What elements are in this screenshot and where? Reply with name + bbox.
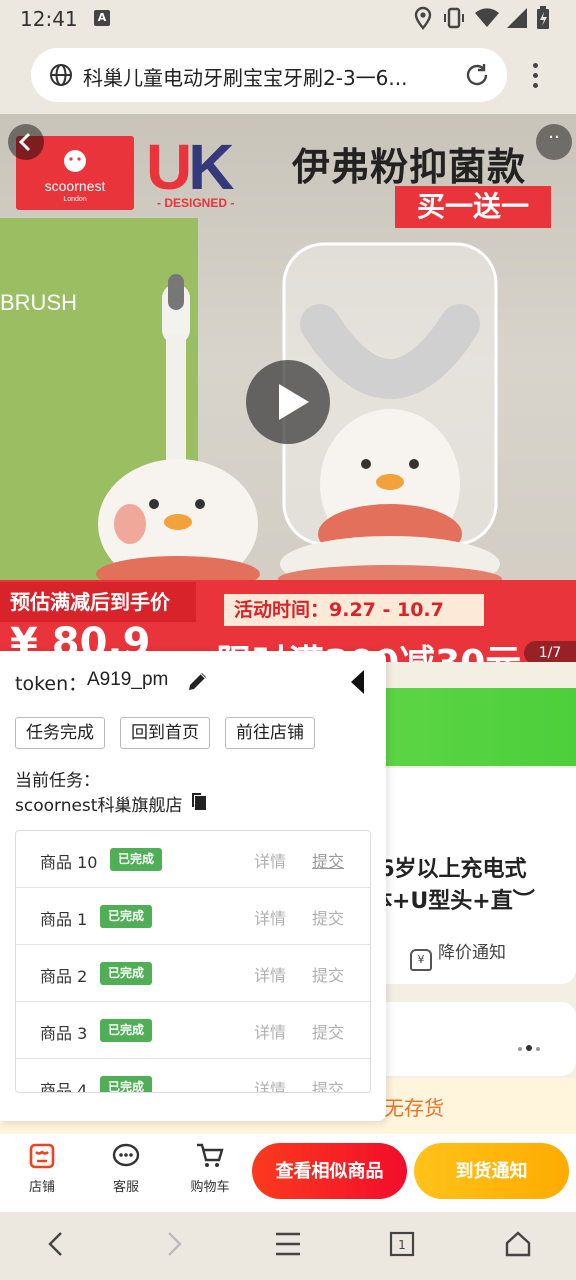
buy-one-get-one-badge: 买一送一 [395, 186, 551, 228]
token-label: token： [15, 673, 88, 695]
task-name: 商品 2 [40, 967, 88, 986]
task-name: 商品 10 [40, 853, 98, 872]
url-text[interactable]: 科巢儿童电动牙刷宝宝牙刷2-3一6... [83, 62, 453, 91]
uk-designed: - DESIGNED - [157, 196, 235, 210]
task-list[interactable]: 商品 10 已完成 详情 提交 商品 1 已完成 详情 提交 商品 2 已完成 … [15, 830, 371, 1093]
status-bar: 12:41 A [0, 0, 576, 38]
store-icon [29, 1143, 55, 1169]
uk-logo: UK [146, 131, 234, 203]
toothbrush-illustration [96, 274, 260, 592]
task-row: 商品 10 已完成 详情 提交 [16, 831, 370, 888]
browser-toolbar: 科巢儿童电动牙刷宝宝牙刷2-3一6... [0, 38, 576, 114]
status-badge: 已完成 [110, 848, 163, 871]
image-counter: 1/7 [524, 641, 576, 662]
cart-icon [197, 1143, 224, 1167]
edit-pencil-icon[interactable] [186, 669, 210, 693]
back-nav-icon[interactable] [44, 1230, 68, 1258]
submit-link[interactable]: 提交 [312, 1019, 344, 1043]
current-task-label: 当前任务： [15, 771, 100, 791]
task-name: 商品 3 [40, 1024, 88, 1043]
more-menu-icon[interactable] [523, 60, 547, 92]
brush-text: BRUSH [0, 290, 78, 315]
system-nav-bar: 1 [0, 1212, 576, 1280]
service-label: 客服 [112, 1180, 139, 1195]
stock-status: 无存货 [384, 1096, 444, 1120]
task-row: 商品 4 已完成 详情 提交 [16, 1059, 370, 1093]
status-icons [414, 6, 554, 30]
home-nav-icon[interactable] [504, 1230, 532, 1258]
task-name: 商品 1 [40, 910, 88, 929]
forward-nav-icon[interactable] [162, 1230, 186, 1258]
task-name: 商品 4 [40, 1081, 88, 1093]
status-time: 12:41 [20, 7, 78, 31]
brand-name: scoornest [44, 178, 106, 194]
task-complete-button[interactable]: 任务完成 [15, 717, 105, 749]
detail-link[interactable]: 详情 [254, 962, 286, 986]
globe-icon [50, 64, 72, 86]
token-value: A919_pm [87, 669, 169, 690]
product-title: -6岁以上充电式 体+U型头+直︶ [370, 857, 535, 914]
cart-label: 购物车 [190, 1180, 230, 1195]
location-icon [414, 6, 432, 30]
product-gallery[interactable]: BRUSH scoornest London UK - DESIGNED - 伊… [0, 114, 576, 662]
wifi-icon [475, 8, 499, 27]
status-badge: 已完成 [100, 1076, 153, 1092]
yen-bell-icon: ¥ [410, 949, 432, 971]
back-icon[interactable] [8, 124, 44, 160]
submit-link[interactable]: 提交 [312, 962, 344, 986]
copy-icon[interactable] [190, 792, 208, 812]
more-icon[interactable]: ·· [536, 124, 572, 160]
task-row: 商品 3 已完成 详情 提交 [16, 1002, 370, 1059]
address-bar[interactable]: 科巢儿童电动牙刷宝宝牙刷2-3一6... [31, 48, 507, 102]
task-row: 商品 1 已完成 详情 提交 [16, 888, 370, 945]
store-button[interactable]: 店铺 [12, 1142, 72, 1195]
chat-icon [112, 1143, 140, 1167]
current-task-value: scoornest科巢旗舰店 [15, 796, 183, 816]
arrival-notify-button[interactable]: 到货通知 [414, 1143, 569, 1199]
detail-link[interactable]: 详情 [254, 1019, 286, 1043]
submit-link[interactable]: 提交 [312, 1076, 344, 1092]
chick-logo-icon [64, 150, 86, 172]
detail-link[interactable]: 详情 [254, 848, 286, 872]
status-badge: 已完成 [100, 962, 153, 985]
vibrate-icon [444, 7, 464, 29]
collapse-panel-icon[interactable] [348, 668, 368, 696]
submit-link[interactable]: 提交 [312, 848, 344, 872]
detail-link[interactable]: 详情 [254, 905, 286, 929]
brand-sub: London [63, 196, 87, 203]
detail-link[interactable]: 详情 [254, 1076, 286, 1092]
pager-dots [518, 1036, 544, 1055]
task-row: 商品 2 已完成 详情 提交 [16, 945, 370, 1002]
tabs-nav-icon[interactable]: 1 [388, 1230, 416, 1258]
signal-icon [507, 8, 527, 28]
task-panel: token： A919_pm 任务完成 回到首页 前往店铺 当前任务： scoo… [0, 651, 386, 1121]
promo-tag: 预估满减后到手价 [0, 582, 196, 622]
cart-button[interactable]: 购物车 [180, 1142, 240, 1195]
svg-text:1: 1 [398, 1238, 406, 1252]
promo-time: 活动时间：9.27 - 10.7 [224, 594, 484, 626]
go-store-button[interactable]: 前往店铺 [225, 717, 315, 749]
battery-icon [537, 6, 549, 29]
status-badge: 已完成 [100, 1019, 153, 1042]
store-label: 店铺 [28, 1180, 55, 1195]
submit-link[interactable]: 提交 [312, 905, 344, 929]
price-drop-notify[interactable]: ¥ 降价通知 [410, 938, 506, 971]
reload-icon[interactable] [463, 61, 491, 89]
play-video-button[interactable] [246, 360, 330, 444]
status-badge: 已完成 [100, 905, 153, 928]
menu-nav-icon[interactable] [274, 1230, 302, 1258]
customer-service-button[interactable]: 客服 [96, 1142, 156, 1195]
promo-headline: 伊弗粉抑菌款 [292, 145, 527, 189]
back-home-button[interactable]: 回到首页 [120, 717, 210, 749]
view-similar-button[interactable]: 查看相似商品 [252, 1143, 407, 1199]
accessibility-badge-icon: A [94, 10, 110, 26]
